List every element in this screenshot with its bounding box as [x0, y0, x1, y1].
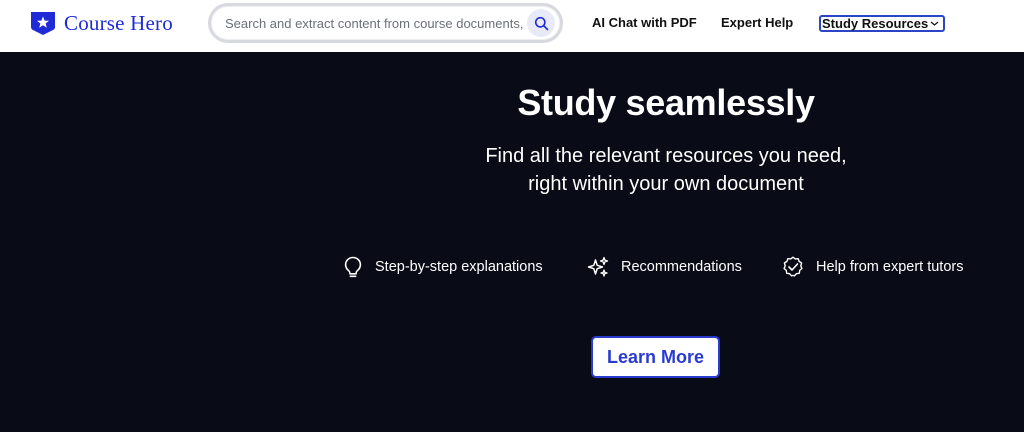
search-button[interactable] [527, 9, 555, 37]
hero-title: Study seamlessly [517, 82, 815, 123]
study-resources-label: Study Resources [822, 16, 929, 31]
sparkles-icon [587, 256, 609, 277]
feature-label: Step-by-step explanations [375, 259, 543, 275]
lightbulb-icon [344, 256, 362, 278]
feature-step-by-step: Step-by-step explanations [342, 255, 543, 279]
feature-recommendations: Recommendations [586, 255, 742, 279]
learn-more-button[interactable]: Learn More [591, 336, 720, 378]
hero-subtitle-line-1: Find all the relevant resources you need… [485, 145, 847, 167]
search-bar[interactable] [208, 3, 563, 43]
hero-subtitle: Find all the relevant resources you need… [360, 142, 972, 198]
feature-expert-tutors: Help from expert tutors [781, 255, 963, 279]
hero-subtitle-line-2: right within your own document [528, 173, 804, 195]
chevron-down-icon [930, 21, 939, 26]
search-input[interactable] [225, 15, 525, 31]
star-shield-icon [31, 12, 55, 35]
feature-label: Recommendations [621, 259, 742, 275]
top-nav-bar: Course Hero AI Chat with PDF Expert Help… [0, 0, 1024, 52]
nav-expert-help[interactable]: Expert Help [721, 15, 793, 30]
hero-section: Study seamlessly Find all the relevant r… [0, 52, 1024, 432]
search-icon [534, 16, 548, 30]
check-badge-icon [783, 256, 803, 277]
nav-ai-chat-with-pdf[interactable]: AI Chat with PDF [592, 15, 697, 30]
nav-study-resources-dropdown[interactable]: Study Resources [819, 15, 945, 32]
feature-label: Help from expert tutors [816, 259, 964, 275]
course-hero-logo[interactable]: Course Hero [30, 10, 173, 36]
brand-name: Course Hero [64, 10, 173, 35]
